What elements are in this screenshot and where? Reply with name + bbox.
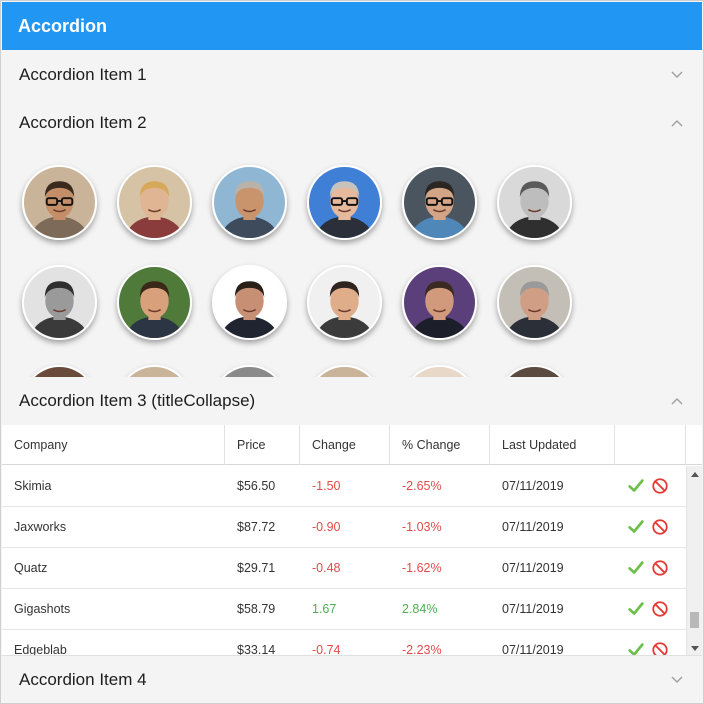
column-header-price[interactable]: Price xyxy=(225,425,300,465)
chevron-down-icon[interactable] xyxy=(670,68,684,82)
cell-price: $33.14 xyxy=(237,642,276,657)
avatar[interactable] xyxy=(22,365,97,377)
cell-pct-change: -2.65% xyxy=(402,478,442,493)
column-header-company[interactable]: Company xyxy=(2,425,225,465)
cell-company: Jaxworks xyxy=(14,519,67,534)
cell-change: -1.50 xyxy=(312,478,341,493)
avatar[interactable] xyxy=(402,365,477,377)
cell-actions xyxy=(615,507,686,548)
avatar[interactable] xyxy=(307,265,382,340)
accordion-item-1-header[interactable]: Accordion Item 1 xyxy=(2,51,702,99)
cell-price: $87.72 xyxy=(237,519,276,534)
avatar[interactable] xyxy=(22,165,97,240)
scrollbar-thumb[interactable] xyxy=(690,612,699,628)
cell-pct-change: 2.84% xyxy=(402,601,438,616)
accordion-item-4-header[interactable]: Accordion Item 4 xyxy=(2,655,702,703)
cell-actions xyxy=(615,466,686,507)
grid-header-row: Company Price Change % Change Last Updat… xyxy=(2,425,702,465)
cell-last-updated: 07/11/2019 xyxy=(502,519,564,534)
app-title-bar: Accordion xyxy=(2,2,702,50)
table-row[interactable]: Edgeblab $33.14 -0.74 -2.23% 07/11/2019 xyxy=(2,630,686,657)
table-row[interactable]: Skimia $56.50 -1.50 -2.65% 07/11/2019 xyxy=(2,466,686,507)
column-header-pct-change[interactable]: % Change xyxy=(390,425,490,465)
avatar[interactable] xyxy=(497,365,572,377)
chevron-up-icon[interactable] xyxy=(670,116,684,130)
cell-price: $56.50 xyxy=(237,478,276,493)
checkmark-icon[interactable] xyxy=(627,600,645,618)
stock-grid: Company Price Change % Change Last Updat… xyxy=(2,425,702,657)
column-header-last-updated[interactable]: Last Updated xyxy=(490,425,615,465)
cell-last-updated: 07/11/2019 xyxy=(502,642,564,657)
cell-actions xyxy=(615,630,686,657)
cell-change: -0.48 xyxy=(312,560,341,575)
accordion-item-2-title: Accordion Item 2 xyxy=(19,113,147,132)
ban-icon[interactable] xyxy=(651,477,669,495)
cell-actions xyxy=(615,548,686,589)
scroll-up-arrow-icon[interactable] xyxy=(691,472,699,477)
avatar[interactable] xyxy=(212,365,287,377)
avatar[interactable] xyxy=(117,265,192,340)
cell-price: $58.79 xyxy=(237,601,276,616)
cell-change: -0.74 xyxy=(312,642,341,657)
accordion-item-3-header[interactable]: Accordion Item 3 (titleCollapse) xyxy=(2,377,702,425)
avatar[interactable] xyxy=(117,165,192,240)
accordion-item-3-title: Accordion Item 3 (titleCollapse) xyxy=(19,391,256,410)
accordion-window: Accordion Accordion Item 1 Accordion Ite… xyxy=(0,0,704,704)
avatar[interactable] xyxy=(117,365,192,377)
accordion-item-4-title: Accordion Item 4 xyxy=(19,669,147,689)
cell-change: -0.90 xyxy=(312,519,341,534)
checkmark-icon[interactable] xyxy=(627,518,645,536)
column-header-change[interactable]: Change xyxy=(300,425,390,465)
table-row[interactable]: Gigashots $58.79 1.67 2.84% 07/11/2019 xyxy=(2,589,686,630)
avatar[interactable] xyxy=(212,165,287,240)
avatar[interactable] xyxy=(22,265,97,340)
accordion-item-1-title: Accordion Item 1 xyxy=(19,65,147,84)
cell-pct-change: -1.62% xyxy=(402,560,442,575)
scroll-down-arrow-icon[interactable] xyxy=(691,646,699,651)
avatar[interactable] xyxy=(497,165,572,240)
cell-price: $29.71 xyxy=(237,560,276,575)
cell-company: Gigashots xyxy=(14,601,71,616)
cell-last-updated: 07/11/2019 xyxy=(502,478,564,493)
ban-icon[interactable] xyxy=(651,518,669,536)
cell-last-updated: 07/11/2019 xyxy=(502,560,564,575)
checkmark-icon[interactable] xyxy=(627,559,645,577)
avatar[interactable] xyxy=(497,265,572,340)
cell-actions xyxy=(615,589,686,630)
cell-company: Quatz xyxy=(14,560,48,575)
avatar[interactable] xyxy=(212,265,287,340)
avatar[interactable] xyxy=(402,265,477,340)
accordion-item-2-header[interactable]: Accordion Item 2 xyxy=(2,99,702,147)
ban-icon[interactable] xyxy=(651,559,669,577)
cell-pct-change: -1.03% xyxy=(402,519,442,534)
app-title: Accordion xyxy=(18,16,108,36)
avatar[interactable] xyxy=(307,165,382,240)
cell-company: Edgeblab xyxy=(14,642,67,657)
grid-body[interactable]: Skimia $56.50 -1.50 -2.65% 07/11/2019 Jaxwork… xyxy=(2,466,686,657)
cell-change: 1.67 xyxy=(312,601,337,616)
avatar[interactable] xyxy=(307,365,382,377)
avatar[interactable] xyxy=(402,165,477,240)
avatar-gallery xyxy=(22,165,602,377)
accordion-item-2-panel[interactable] xyxy=(2,147,702,377)
chevron-up-icon[interactable] xyxy=(670,394,684,408)
cell-last-updated: 07/11/2019 xyxy=(502,601,564,616)
ban-icon[interactable] xyxy=(651,600,669,618)
cell-pct-change: -2.23% xyxy=(402,642,442,657)
grid-vertical-scrollbar[interactable] xyxy=(686,466,702,657)
table-row[interactable]: Jaxworks $87.72 -0.90 -1.03% 07/11/2019 xyxy=(2,507,686,548)
cell-company: Skimia xyxy=(14,478,52,493)
chevron-down-icon[interactable] xyxy=(670,673,684,687)
column-header-spacer xyxy=(686,425,702,465)
table-row[interactable]: Quatz $29.71 -0.48 -1.62% 07/11/2019 xyxy=(2,548,686,589)
checkmark-icon[interactable] xyxy=(627,477,645,495)
column-header-actions xyxy=(615,425,686,465)
